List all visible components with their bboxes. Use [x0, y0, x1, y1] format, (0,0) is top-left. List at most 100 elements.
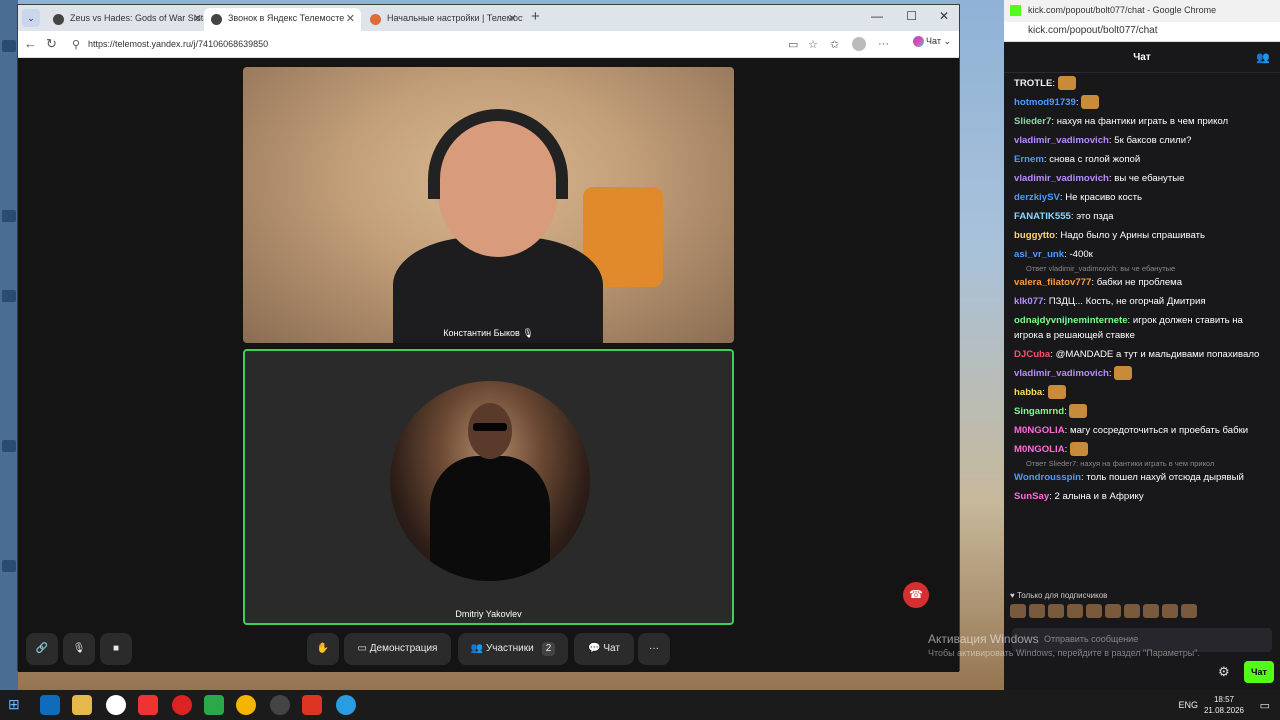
tab-menu-button[interactable]: ⌄ — [22, 9, 40, 27]
chat-message[interactable]: derzkiySV: Не красиво кость — [1004, 188, 1280, 207]
chat-message[interactable]: Wondrousspin: толь пошел нахуй отсюда ды… — [1004, 468, 1280, 487]
chat-message[interactable]: vladimir_vadimovich: — [1004, 364, 1280, 383]
screen-share-button[interactable]: ▭ Демонстрация — [344, 633, 451, 665]
chat-username[interactable]: asi_vr_unk — [1014, 249, 1064, 260]
participants-button[interactable]: 👥 Участники 2 — [458, 633, 568, 665]
chat-message[interactable]: SunSay: 2 алына и в Африку — [1004, 487, 1280, 506]
chat-message[interactable]: vladimir_vadimovich: вы че ебанутые — [1004, 169, 1280, 188]
chat-button[interactable]: 💬 Чат — [574, 633, 634, 665]
emote-icon[interactable] — [1143, 604, 1159, 618]
minimize-icon[interactable]: — — [871, 9, 883, 23]
camera-button[interactable]: ■ — [100, 633, 132, 665]
notification-icon[interactable]: ▭ — [1260, 699, 1270, 712]
video-tile-participant-1[interactable]: Константин Быков 🎙 — [243, 67, 734, 343]
chat-message[interactable]: valera_filatov777: бабки не проблема — [1004, 273, 1280, 292]
url-field[interactable]: kick.com/popout/bolt077/chat — [1004, 22, 1280, 42]
mic-button[interactable]: 🎙 — [63, 633, 95, 665]
more-button[interactable]: ··· — [638, 633, 670, 665]
chat-username[interactable]: klk077 — [1014, 296, 1043, 307]
desktop-icon[interactable] — [2, 560, 16, 572]
emote-icon[interactable] — [1048, 604, 1064, 618]
chat-username[interactable]: habba — [1014, 387, 1042, 398]
clock[interactable]: 18:57 21.08.2026 — [1204, 694, 1244, 716]
emote-icon[interactable] — [1067, 604, 1083, 618]
chat-username[interactable]: buggytto — [1014, 230, 1055, 241]
chat-message[interactable]: Ernem: снова с голой жопой — [1004, 150, 1280, 169]
chat-username[interactable]: vladimir_vadimovich — [1014, 135, 1109, 146]
chat-message[interactable]: hotmod91739: — [1004, 93, 1280, 112]
gear-icon[interactable]: ⚙ — [1218, 664, 1230, 680]
windows-start-icon[interactable]: ⊞ — [8, 696, 20, 713]
close-icon[interactable]: ✕ — [193, 12, 202, 25]
maximize-icon[interactable]: ☐ — [906, 9, 917, 23]
close-icon[interactable]: ✕ — [346, 12, 355, 25]
close-window-icon[interactable]: ✕ — [939, 9, 949, 23]
camera-icon[interactable]: ▭ — [788, 38, 798, 51]
chat-message[interactable]: odnajdyvnijneminternete: игрок должен ст… — [1004, 311, 1280, 345]
desktop-icon[interactable] — [2, 290, 16, 302]
chat-username[interactable]: hotmod91739 — [1014, 97, 1076, 108]
end-call-button[interactable]: ☎ — [903, 582, 929, 608]
chat-message[interactable]: FANATIK555: это пзда — [1004, 207, 1280, 226]
chat-username[interactable]: valera_filatov777 — [1014, 277, 1091, 288]
send-button[interactable]: Чат — [1244, 661, 1274, 683]
chat-message[interactable]: TROTLE: — [1004, 74, 1280, 93]
site-info-icon[interactable]: ⚲ — [72, 38, 80, 51]
copilot-chat-button[interactable]: Чат ⌄ — [912, 36, 951, 48]
chat-message[interactable]: klk077: ПЗДЦ... Кость, не огорчай Дмитри… — [1004, 292, 1280, 311]
emote-icon[interactable] — [1086, 604, 1102, 618]
telegram-icon[interactable] — [336, 695, 356, 715]
video-tile-participant-2[interactable]: Dmitriy Yakovlev — [243, 349, 734, 625]
chat-message[interactable]: vladimir_vadimovich: 5к баксов слили? — [1004, 131, 1280, 150]
file-explorer-icon[interactable] — [72, 695, 92, 715]
copy-link-button[interactable]: 🔗 — [26, 633, 58, 665]
close-icon[interactable]: ✕ — [508, 12, 517, 25]
chat-message[interactable]: Slieder7: нахуя на фантики играть в чем … — [1004, 112, 1280, 131]
chat-message[interactable]: M0NGOLIA: магу сосредоточиться и проебат… — [1004, 421, 1280, 440]
chat-message[interactable]: asi_vr_unk: -400к — [1004, 245, 1280, 264]
chat-username[interactable]: Slieder7 — [1014, 116, 1051, 127]
chat-message[interactable]: buggytto: Надо было у Арины спрашивать — [1004, 226, 1280, 245]
more-icon[interactable]: ··· — [878, 38, 889, 50]
profile-avatar[interactable] — [852, 37, 866, 51]
users-icon[interactable]: 👥 — [1256, 43, 1270, 73]
obs-icon[interactable] — [270, 695, 290, 715]
chat-username[interactable]: Wondrousspin — [1014, 472, 1081, 483]
chat-username[interactable]: odnajdyvnijneminternete — [1014, 315, 1128, 326]
chat-username[interactable]: SunSay — [1014, 491, 1049, 502]
chat-message[interactable]: DJCuba: @MANDADE а тут и мальдивами попа… — [1004, 345, 1280, 364]
chat-username[interactable]: vladimir_vadimovich — [1014, 173, 1109, 184]
desktop-icon[interactable] — [2, 40, 16, 52]
favorites-icon[interactable]: ✩ — [830, 38, 839, 51]
chat-username[interactable]: vladimir_vadimovich — [1014, 368, 1109, 379]
back-icon[interactable]: ← — [24, 36, 37, 51]
chat-username[interactable]: DJCuba — [1014, 349, 1050, 360]
chat-username[interactable]: FANATIK555 — [1014, 211, 1071, 222]
tab-telemost-settings[interactable]: Начальные настройки | Телемост ✕ — [363, 8, 523, 31]
app-icon[interactable] — [204, 695, 224, 715]
emote-icon[interactable] — [1010, 604, 1026, 618]
chat-username[interactable]: Ernem — [1014, 154, 1044, 165]
opera-icon[interactable] — [172, 695, 192, 715]
desktop-icon[interactable] — [2, 440, 16, 452]
emote-icon[interactable] — [1162, 604, 1178, 618]
raise-hand-button[interactable]: ✋ — [307, 633, 339, 665]
chat-username[interactable]: TROTLE — [1014, 78, 1052, 89]
emote-icon[interactable] — [1181, 604, 1197, 618]
url-field[interactable]: https://telemost.yandex.ru/j/74106068639… — [88, 39, 268, 49]
tab-zeus[interactable]: Zeus vs Hades: Gods of War Slot | ✕ — [46, 8, 208, 31]
reload-icon[interactable]: ↻ — [46, 36, 57, 52]
chat-message[interactable]: Singamrnd: — [1004, 402, 1280, 421]
emote-icon[interactable] — [1124, 604, 1140, 618]
new-tab-icon[interactable]: + — [531, 8, 540, 25]
yandex-icon[interactable] — [138, 695, 158, 715]
emote-icon[interactable] — [1029, 604, 1045, 618]
chat-message[interactable]: habba: — [1004, 383, 1280, 402]
emote-icon[interactable] — [1105, 604, 1121, 618]
chat-message[interactable]: M0NGOLIA: — [1004, 440, 1280, 459]
chat-username[interactable]: M0NGOLIA — [1014, 425, 1065, 436]
edge-icon[interactable] — [40, 695, 60, 715]
favorite-star-icon[interactable]: ☆ — [808, 38, 818, 51]
tab-telemost-call[interactable]: Звонок в Яндекс Телемосте ✕ — [204, 8, 361, 31]
language-indicator[interactable]: ENG — [1178, 700, 1198, 710]
